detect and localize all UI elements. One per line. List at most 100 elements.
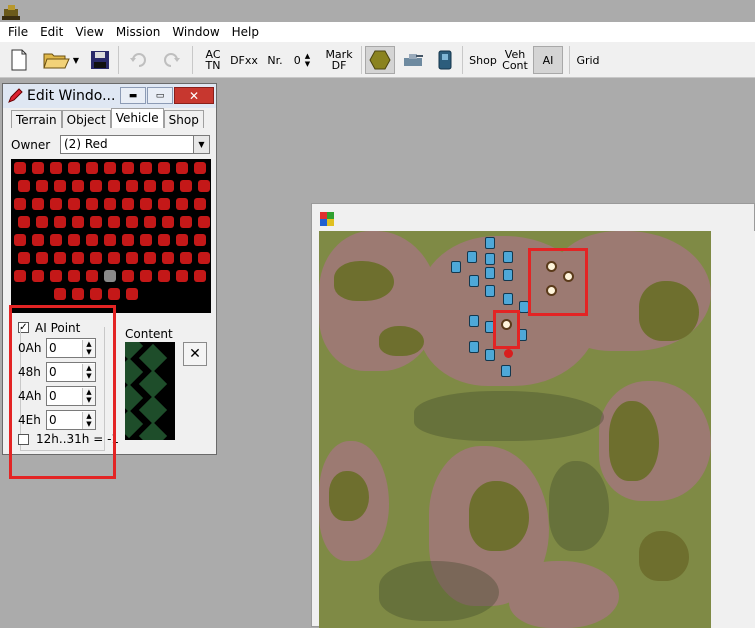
palette-vehicle[interactable]: [86, 162, 98, 174]
menu-help[interactable]: Help: [226, 25, 265, 39]
palette-vehicle[interactable]: [122, 162, 134, 174]
palette-vehicle[interactable]: [180, 216, 192, 228]
map-canvas[interactable]: [319, 231, 711, 628]
palette-vehicle[interactable]: [194, 270, 206, 282]
edit-window-titlebar[interactable]: Edit Windo... ▬ ▭ ✕: [3, 84, 216, 108]
palette-vehicle[interactable]: [144, 216, 156, 228]
blue-unit[interactable]: [485, 253, 495, 265]
clear-content-button[interactable]: ✕: [183, 342, 207, 366]
blue-unit[interactable]: [503, 251, 513, 263]
palette-vehicle[interactable]: [198, 216, 210, 228]
palette-vehicle[interactable]: [72, 216, 84, 228]
owner-select[interactable]: (2) Red ▼: [60, 135, 210, 154]
unit-tool-button[interactable]: [398, 46, 428, 74]
palette-vehicle[interactable]: [108, 180, 120, 192]
palette-vehicle[interactable]: [104, 234, 116, 246]
palette-vehicle[interactable]: [176, 198, 188, 210]
blue-unit[interactable]: [469, 315, 479, 327]
palette-vehicle[interactable]: [72, 180, 84, 192]
palette-vehicle[interactable]: [162, 180, 174, 192]
palette-vehicle[interactable]: [32, 162, 44, 174]
palette-vehicle[interactable]: [86, 198, 98, 210]
palette-vehicle[interactable]: [32, 234, 44, 246]
palette-vehicle[interactable]: [72, 252, 84, 264]
palette-vehicle[interactable]: [54, 216, 66, 228]
open-button[interactable]: ▼: [38, 46, 84, 74]
palette-vehicle[interactable]: [86, 234, 98, 246]
mark-df-button[interactable]: Mark DF: [322, 46, 356, 74]
palette-vehicle[interactable]: [126, 180, 138, 192]
blue-unit[interactable]: [485, 267, 495, 279]
palette-vehicle[interactable]: [50, 234, 62, 246]
palette-vehicle[interactable]: [50, 270, 62, 282]
palette-vehicle[interactable]: [158, 198, 170, 210]
ac-tn-button[interactable]: AC TN: [200, 46, 226, 74]
tab-shop[interactable]: Shop: [163, 110, 204, 128]
menu-edit[interactable]: Edit: [34, 25, 69, 39]
palette-vehicle[interactable]: [18, 252, 30, 264]
palette-vehicle[interactable]: [162, 216, 174, 228]
close-button[interactable]: ✕: [174, 87, 214, 104]
palette-vehicle[interactable]: [140, 198, 152, 210]
palette-vehicle[interactable]: [90, 288, 102, 300]
palette-vehicle[interactable]: [144, 180, 156, 192]
palette-vehicle[interactable]: [54, 180, 66, 192]
vehicle-palette[interactable]: [11, 159, 211, 313]
palette-vehicle[interactable]: [158, 162, 170, 174]
palette-vehicle[interactable]: [104, 270, 116, 282]
palette-vehicle[interactable]: [18, 180, 30, 192]
blue-unit[interactable]: [467, 251, 477, 263]
palette-vehicle[interactable]: [158, 234, 170, 246]
blue-unit[interactable]: [485, 285, 495, 297]
palette-vehicle[interactable]: [68, 234, 80, 246]
palette-vehicle[interactable]: [14, 270, 26, 282]
menu-window[interactable]: Window: [166, 25, 225, 39]
palette-vehicle[interactable]: [36, 180, 48, 192]
terrain-tool-button[interactable]: [365, 46, 395, 74]
palette-vehicle[interactable]: [176, 234, 188, 246]
palette-vehicle[interactable]: [32, 270, 44, 282]
palette-vehicle[interactable]: [68, 162, 80, 174]
palette-vehicle[interactable]: [140, 162, 152, 174]
nr-stepper[interactable]: 0 ▲ ▼: [288, 46, 316, 74]
minimize-button[interactable]: ▬: [120, 87, 146, 104]
palette-vehicle[interactable]: [158, 270, 170, 282]
blue-unit[interactable]: [501, 365, 511, 377]
palette-vehicle[interactable]: [32, 198, 44, 210]
palette-vehicle[interactable]: [162, 252, 174, 264]
palette-vehicle[interactable]: [50, 198, 62, 210]
blue-unit[interactable]: [503, 269, 513, 281]
palette-vehicle[interactable]: [140, 270, 152, 282]
palette-vehicle[interactable]: [108, 252, 120, 264]
palette-vehicle[interactable]: [176, 270, 188, 282]
palette-vehicle[interactable]: [68, 198, 80, 210]
palette-vehicle[interactable]: [90, 180, 102, 192]
blue-unit[interactable]: [451, 261, 461, 273]
palette-vehicle[interactable]: [198, 180, 210, 192]
menu-view[interactable]: View: [69, 25, 109, 39]
red-unit[interactable]: [504, 349, 513, 358]
menu-file[interactable]: File: [2, 25, 34, 39]
veh-cont-button[interactable]: Veh Cont: [501, 46, 529, 74]
palette-vehicle[interactable]: [180, 180, 192, 192]
tab-terrain[interactable]: Terrain: [11, 110, 62, 128]
palette-vehicle[interactable]: [14, 198, 26, 210]
palette-vehicle[interactable]: [90, 252, 102, 264]
building-tool-button[interactable]: [434, 46, 456, 74]
maximize-button[interactable]: ▭: [147, 87, 173, 104]
dfxx-button[interactable]: DFxx: [228, 46, 260, 74]
palette-vehicle[interactable]: [194, 162, 206, 174]
palette-vehicle[interactable]: [194, 198, 206, 210]
blue-unit[interactable]: [485, 237, 495, 249]
blue-unit[interactable]: [469, 275, 479, 287]
blue-unit[interactable]: [503, 293, 513, 305]
palette-vehicle[interactable]: [122, 270, 134, 282]
new-file-button[interactable]: [6, 46, 32, 74]
palette-vehicle[interactable]: [54, 252, 66, 264]
palette-vehicle[interactable]: [140, 234, 152, 246]
palette-vehicle[interactable]: [126, 252, 138, 264]
palette-vehicle[interactable]: [68, 270, 80, 282]
palette-vehicle[interactable]: [86, 270, 98, 282]
undo-button[interactable]: [126, 46, 152, 74]
save-button[interactable]: [88, 46, 112, 74]
